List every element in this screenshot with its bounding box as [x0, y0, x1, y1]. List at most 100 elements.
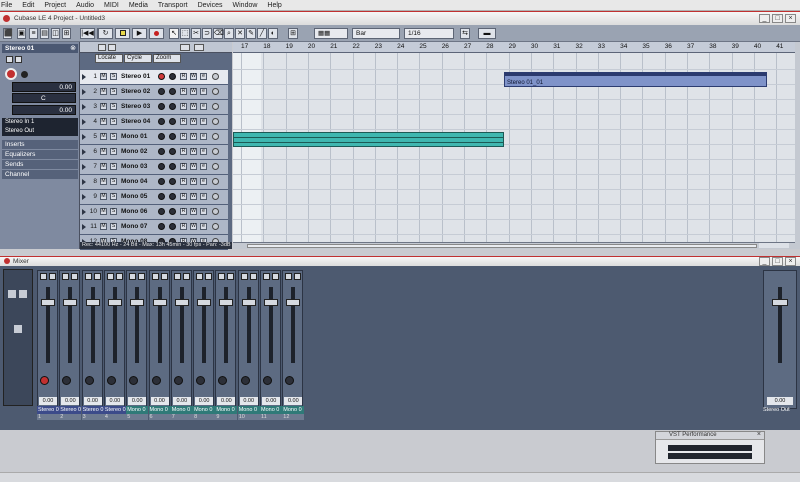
- track-write-button[interactable]: W: [190, 103, 197, 110]
- maximize-button[interactable]: □: [772, 14, 783, 23]
- channel-record-icon[interactable]: [285, 376, 295, 385]
- track-monitor-icon[interactable]: [169, 148, 176, 155]
- channel-solo-button[interactable]: [160, 273, 168, 280]
- line-tool-icon[interactable]: ╱: [257, 28, 267, 39]
- channel-record-icon[interactable]: [40, 376, 49, 385]
- track-solo-button[interactable]: S: [110, 193, 117, 200]
- track-row[interactable]: 8 M S Mono 04 R W e: [80, 175, 228, 190]
- go-to-start-button[interactable]: |◀◀: [80, 28, 95, 39]
- track-write-button[interactable]: W: [190, 193, 197, 200]
- channel-solo-button[interactable]: [249, 273, 257, 280]
- channel-section[interactable]: Channel: [2, 170, 78, 179]
- menu-edit[interactable]: Edit: [17, 2, 39, 9]
- track-row[interactable]: 2 M S Stereo 02 R W e: [80, 85, 228, 100]
- track-row[interactable]: 5 M S Mono 01 R W e: [80, 130, 228, 145]
- track-mute-button[interactable]: M: [100, 133, 107, 140]
- track-write-button[interactable]: W: [190, 208, 197, 215]
- channel-record-icon[interactable]: [106, 376, 116, 385]
- channel-fader-cap[interactable]: [264, 299, 278, 306]
- inspector-track-header[interactable]: Stereo 01 ⊗: [2, 44, 78, 53]
- global-solo-icon[interactable]: [108, 44, 116, 51]
- draw-tool-icon[interactable]: ✎: [246, 28, 256, 39]
- volume-field[interactable]: 0.00: [12, 82, 76, 92]
- channel-record-icon[interactable]: [84, 376, 94, 385]
- object-selection-tool-icon[interactable]: ↖: [169, 28, 179, 39]
- inspector-toggle-icon[interactable]: ▣: [17, 28, 26, 39]
- snap-mode-select[interactable]: ▦▦: [314, 28, 348, 39]
- track-monitor-icon[interactable]: [169, 133, 176, 140]
- channel-mute-button[interactable]: [173, 273, 181, 280]
- track-timebase-icon[interactable]: [212, 208, 219, 215]
- channel-solo-button[interactable]: [205, 273, 213, 280]
- quantize-select[interactable]: 1/16: [404, 28, 454, 39]
- track-read-button[interactable]: R: [180, 148, 187, 155]
- track-lock-button[interactable]: e: [200, 178, 207, 185]
- monitor-icon[interactable]: [21, 71, 28, 78]
- channel-mute-button[interactable]: [285, 273, 293, 280]
- track-timebase-icon[interactable]: [212, 118, 219, 125]
- track-scale-icon[interactable]: [194, 44, 204, 51]
- track-write-button[interactable]: W: [190, 163, 197, 170]
- zoom-slider[interactable]: [759, 243, 789, 248]
- input-routing[interactable]: Stereo In 1: [2, 118, 78, 127]
- arrange-area[interactable]: Stereo 01_01: [233, 53, 795, 242]
- track-record-enable-icon[interactable]: [158, 118, 165, 125]
- track-read-button[interactable]: R: [180, 73, 187, 80]
- channel-solo-button[interactable]: [49, 273, 56, 280]
- pool-icon[interactable]: ◫: [51, 28, 60, 39]
- autoscroll-icon[interactable]: ⇆: [460, 28, 470, 39]
- track-solo-button[interactable]: S: [110, 103, 117, 110]
- track-solo-button[interactable]: S: [110, 88, 117, 95]
- track-mute-button[interactable]: M: [100, 103, 107, 110]
- track-lock-button[interactable]: e: [200, 118, 207, 125]
- track-solo-button[interactable]: S: [110, 133, 117, 140]
- vst-performance-close-icon[interactable]: ×: [757, 431, 761, 438]
- channel-solo-button[interactable]: [294, 273, 302, 280]
- track-mute-button[interactable]: M: [100, 223, 107, 230]
- channel-fader-cap[interactable]: [286, 299, 301, 306]
- track-solo-button[interactable]: S: [110, 208, 117, 215]
- range-selection-tool-icon[interactable]: ⬚: [180, 28, 190, 39]
- channel-solo-button[interactable]: [115, 273, 123, 280]
- track-solo-button[interactable]: S: [110, 148, 117, 155]
- track-lock-button[interactable]: e: [200, 163, 207, 170]
- channel-record-icon[interactable]: [129, 376, 139, 385]
- channel-mute-button[interactable]: [62, 273, 70, 280]
- channel-fader-cap[interactable]: [152, 299, 167, 306]
- channel-solo-button[interactable]: [227, 273, 235, 280]
- track-write-button[interactable]: W: [190, 118, 197, 125]
- track-mute-button[interactable]: M: [100, 118, 107, 125]
- glue-tool-icon[interactable]: ⊃: [202, 28, 212, 39]
- track-monitor-icon[interactable]: [169, 103, 176, 110]
- overview-toggle-icon[interactable]: ▤: [40, 28, 49, 39]
- info-line-toggle-icon[interactable]: ≡: [29, 28, 38, 39]
- timeline-ruler[interactable]: 17 18 19 20 21 22 23 24 25 26 27 28 29 30 31 32 33 34 35 36…: [233, 42, 800, 53]
- track-read-button[interactable]: R: [180, 208, 187, 215]
- track-timebase-icon[interactable]: [212, 178, 219, 185]
- track-solo-button[interactable]: S: [110, 118, 117, 125]
- menu-help[interactable]: Help: [262, 2, 286, 9]
- mute-tool-icon[interactable]: ✕: [235, 28, 245, 39]
- track-write-button[interactable]: W: [190, 178, 197, 185]
- horizontal-scrollbar[interactable]: [233, 242, 795, 249]
- mixer-view-icon[interactable]: [14, 325, 22, 333]
- channel-mute-button[interactable]: [129, 273, 137, 280]
- cycle-select[interactable]: Cycle: [124, 54, 152, 63]
- channel-fader-cap[interactable]: [63, 299, 78, 306]
- track-monitor-icon[interactable]: [169, 178, 176, 185]
- channel-fader-cap[interactable]: [41, 299, 55, 306]
- track-lock-button[interactable]: e: [200, 88, 207, 95]
- track-timebase-icon[interactable]: [212, 88, 219, 95]
- global-mute-icon[interactable]: [98, 44, 106, 51]
- channel-fader-cap[interactable]: [174, 299, 189, 306]
- track-record-enable-icon[interactable]: [158, 133, 165, 140]
- sends-section[interactable]: Sends: [2, 160, 78, 169]
- zoom-select[interactable]: Zoom: [153, 54, 181, 63]
- track-monitor-icon[interactable]: [169, 208, 176, 215]
- track-monitor-icon[interactable]: [169, 223, 176, 230]
- channel-solo-button[interactable]: [138, 273, 146, 280]
- track-read-button[interactable]: R: [180, 88, 187, 95]
- track-write-button[interactable]: W: [190, 148, 197, 155]
- mixer-close-button[interactable]: ×: [785, 257, 796, 266]
- track-write-button[interactable]: W: [190, 73, 197, 80]
